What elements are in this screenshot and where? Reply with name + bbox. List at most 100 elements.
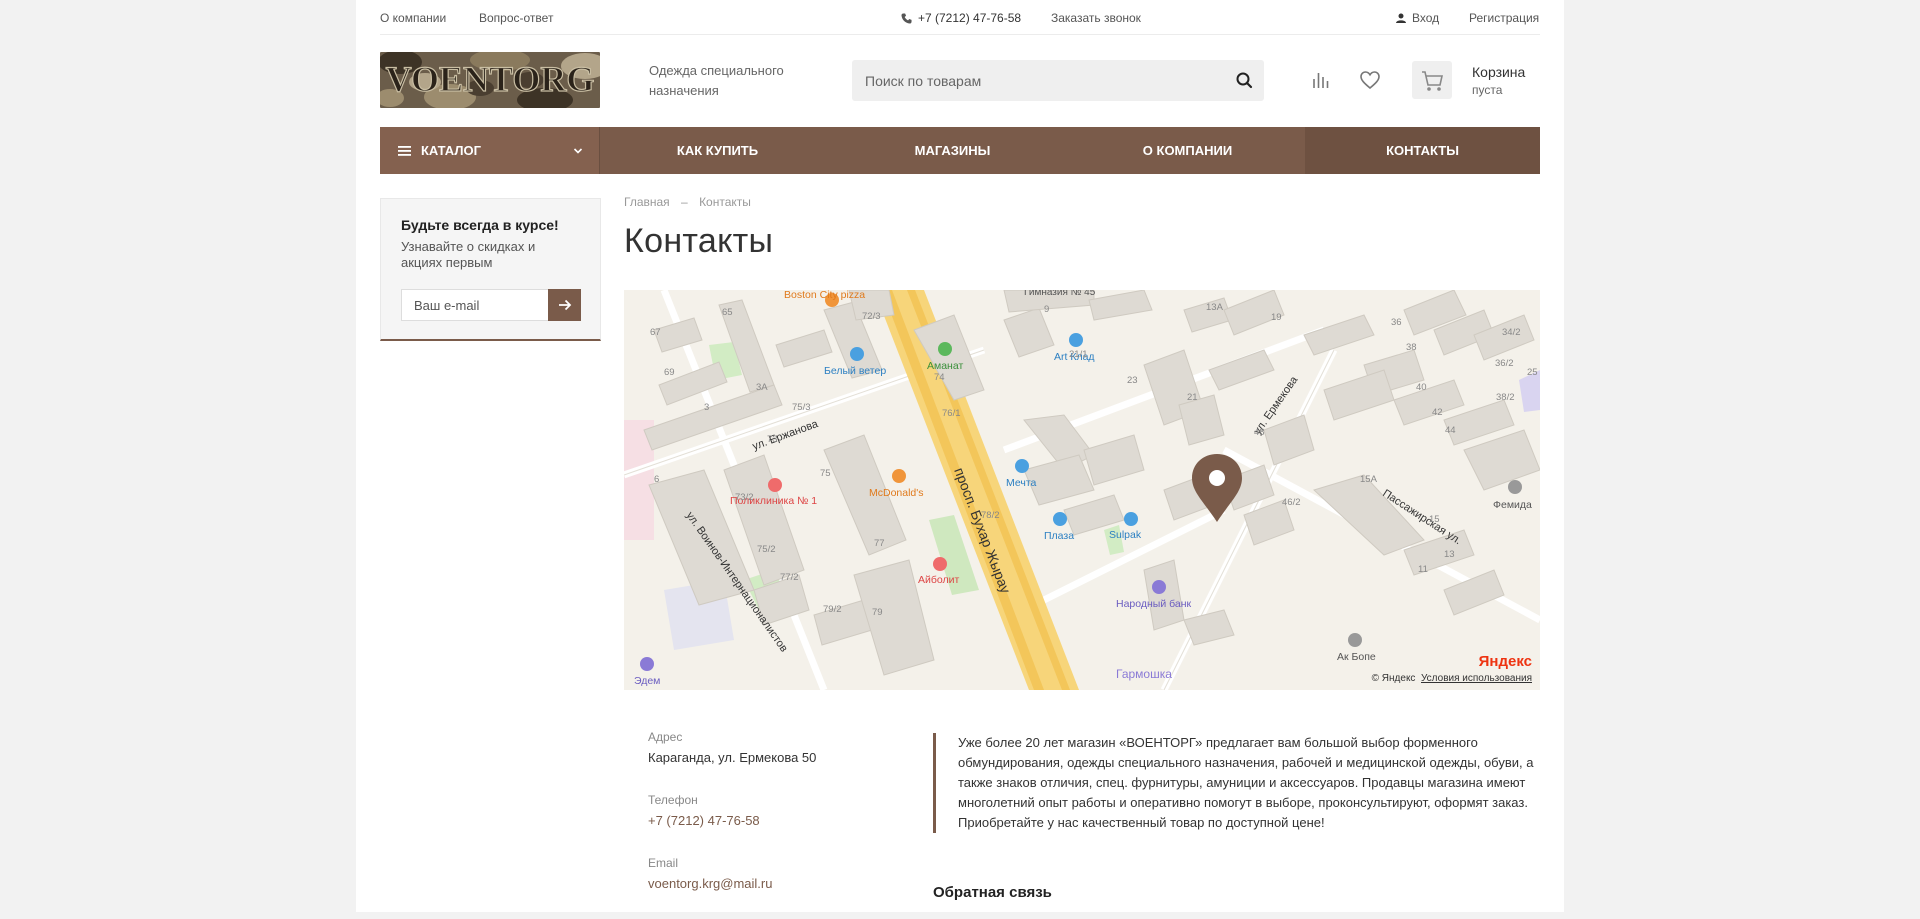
catalog-menu-button[interactable]: КАТАЛОГ (380, 127, 600, 174)
subscribe-widget: Будьте всегда в курсе! Узнавайте о скидк… (380, 198, 601, 341)
map-house-number: 77/2 (780, 572, 799, 583)
map-poi-amanat: Аманат (927, 360, 963, 372)
subscribe-email-input[interactable] (401, 289, 548, 321)
email-label: Email (648, 856, 679, 870)
map-house-number: 34/2 (1502, 327, 1521, 338)
nav-how-to-buy[interactable]: Как купить (600, 127, 835, 174)
logo[interactable]: VOENTORG (380, 52, 600, 108)
map-poi-femida: Фемида (1493, 499, 1532, 511)
map-house-number: 79/2 (823, 604, 842, 615)
yandex-logo-text: Яндекс (1478, 653, 1532, 670)
map-poi-edem: Эдем (634, 675, 660, 687)
breadcrumb-home[interactable]: Главная (624, 195, 670, 209)
search-box (852, 60, 1264, 101)
main-nav: КАТАЛОГ Как купить Магазины О компании К… (380, 127, 1540, 174)
cart-status: пуста (1472, 83, 1503, 97)
map-poi-boston: Boston City pizza (784, 290, 865, 301)
phone-label: Телефон (648, 793, 698, 807)
map-poi-aibolit: Айболит (918, 574, 959, 586)
map-house-number: 74 (934, 372, 945, 383)
search-input[interactable] (852, 60, 1212, 101)
map-house-number: 72/3 (862, 311, 881, 322)
map-poi-mechta: Мечта (1006, 477, 1037, 489)
slogan: Одежда специального назначения (649, 63, 784, 98)
nav-contacts[interactable]: Контакты (1305, 127, 1540, 174)
map-house-number: 19 (1271, 312, 1282, 323)
map-copyright-text: © Яндекс (1371, 673, 1416, 684)
map-house-number: 75/2 (757, 544, 776, 555)
subscribe-submit-button[interactable] (548, 289, 581, 321)
map-house-number: 21/1 (1069, 349, 1088, 360)
map-house-number: 48 (1254, 427, 1265, 438)
map-house-number: 3 (704, 402, 709, 413)
map-house-number: 75 (820, 468, 831, 479)
map-house-number: 40 (1416, 382, 1427, 393)
map-poi-garmoshka: Гармошка (1116, 667, 1172, 681)
map-house-number: 73 (767, 434, 778, 445)
cart-icon (1422, 71, 1443, 91)
map-house-number: 21 (1187, 392, 1198, 403)
map-house-number: 9 (1044, 304, 1049, 315)
catalog-label: КАТАЛОГ (421, 143, 481, 158)
email-value[interactable]: voentorg.krg@mail.ru (648, 876, 888, 891)
favorites-button[interactable] (1358, 68, 1382, 92)
map-poi-ak-bope: Ак Бопе (1337, 651, 1376, 663)
map-poi-plaza: Плаза (1044, 530, 1074, 542)
map-poi-white-wind: Белый ветер (824, 365, 886, 377)
logo-text: VOENTORG (386, 59, 595, 99)
breadcrumb-current: Контакты (699, 195, 751, 209)
breadcrumb-separator: – (681, 195, 688, 209)
register-link[interactable]: Регистрация (1469, 11, 1539, 25)
page: О компании Вопрос-ответ +7 (7212) 47-76-… (356, 0, 1564, 912)
breadcrumb: Главная – Контакты (624, 195, 751, 209)
nav-about[interactable]: О компании (1070, 127, 1305, 174)
compare-button[interactable] (1309, 68, 1333, 92)
user-icon (1396, 13, 1406, 23)
subscribe-text: Узнавайте о скидках и акциях первым (401, 239, 536, 270)
address-label: Адрес (648, 730, 683, 744)
subscribe-title: Будьте всегда в курсе! (401, 217, 559, 233)
login-link[interactable]: Вход (1396, 11, 1439, 25)
map-label-gimnaziya: Гимназия № 45 (1024, 290, 1096, 298)
map-canvas: ул. Ержанова ул. Ермекова просп. Бухар Ж… (624, 290, 1540, 690)
about-link[interactable]: О компании (380, 11, 446, 25)
map-house-number: 23 (1127, 375, 1138, 386)
map-copyright: © Яндекс Условия использования (1372, 673, 1532, 684)
faq-link[interactable]: Вопрос-ответ (479, 11, 553, 25)
phone-value[interactable]: +7 (7212) 47-76-58 (648, 813, 888, 828)
map-house-number: 38/2 (1496, 392, 1515, 403)
cart-button[interactable] (1412, 61, 1452, 99)
map-house-number: 3А (756, 382, 768, 393)
map-house-number: 44 (1445, 425, 1456, 436)
address-value: Караганда, ул. Ермекова 50 (648, 750, 817, 765)
nav-stores[interactable]: Магазины (835, 127, 1070, 174)
yandex-map[interactable]: ул. Ержанова ул. Ермекова просп. Бухар Ж… (624, 290, 1540, 690)
map-terms-link[interactable]: Условия использования (1421, 673, 1532, 684)
search-button[interactable] (1234, 70, 1256, 92)
map-house-number: 76/1 (942, 408, 961, 419)
map-house-number: 13А (1206, 302, 1224, 313)
map-house-number: 73/2 (735, 492, 754, 503)
map-house-number: 69 (664, 367, 675, 378)
hamburger-icon (398, 145, 411, 156)
map-house-number: 11 (1418, 564, 1428, 575)
yandex-logo: Яндекс (1479, 653, 1532, 670)
cart-summary[interactable]: Корзина пуста (1472, 63, 1525, 99)
map-poi-sulpak: Sulpak (1109, 529, 1142, 541)
map-house-number: 15 (1429, 514, 1440, 525)
subscribe-form (401, 289, 581, 321)
map-house-number: 75/3 (792, 402, 811, 413)
camo-logo-image: VOENTORG (380, 52, 600, 108)
map-house-number: 15А (1360, 474, 1378, 485)
callback-link[interactable]: Заказать звонок (1051, 11, 1141, 25)
header: VOENTORG Одежда специального назначения … (380, 36, 1540, 126)
top-phone[interactable]: +7 (7212) 47-76-58 (901, 11, 1021, 25)
top-bar: О компании Вопрос-ответ +7 (7212) 47-76-… (380, 0, 1540, 35)
map-house-number: 78/2 (981, 510, 1000, 521)
contact-info: Адрес Караганда, ул. Ермекова 50 Телефон… (648, 730, 888, 919)
map-house-number: 46/2 (1282, 497, 1301, 508)
compare-icon (1313, 73, 1329, 88)
arrow-right-icon (558, 299, 571, 311)
top-phone-text: +7 (7212) 47-76-58 (918, 11, 1022, 25)
map-house-number: 13 (1444, 549, 1455, 560)
